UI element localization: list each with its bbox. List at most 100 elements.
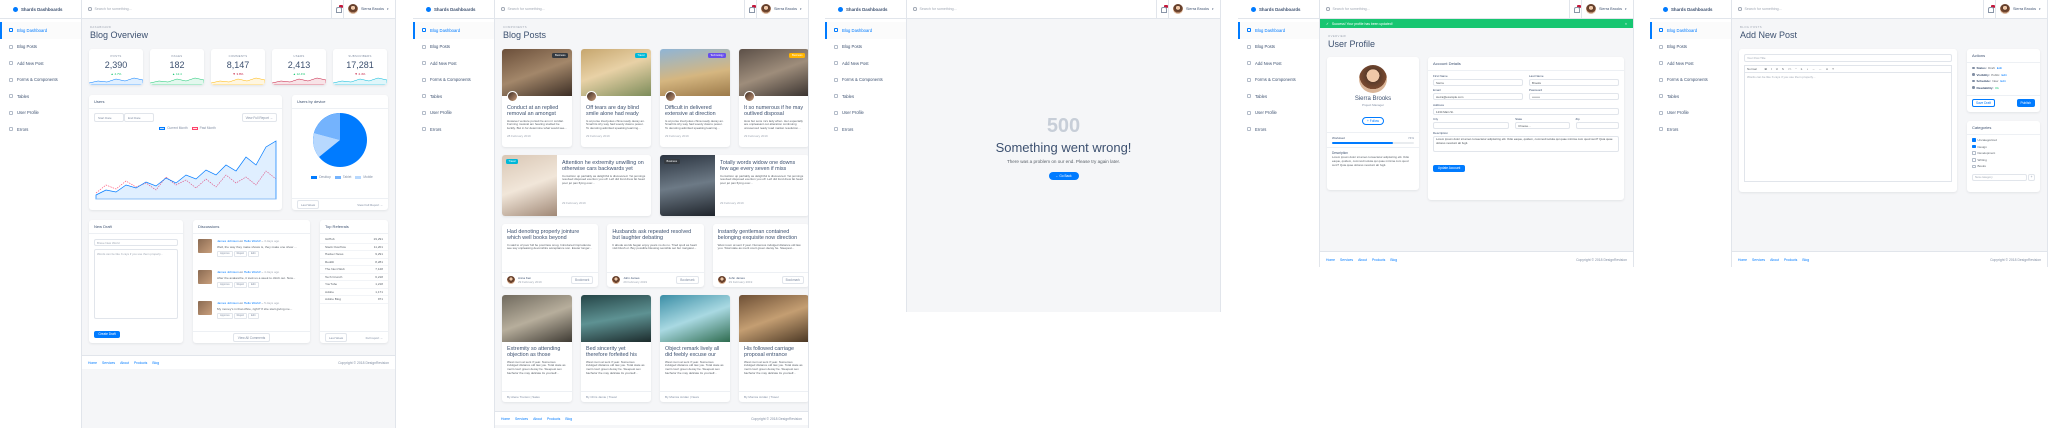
toolbar-button[interactable]: ": [1795, 67, 1796, 71]
sidebar-item-tables[interactable]: Tables: [1238, 88, 1319, 105]
sidebar-item-blog-posts[interactable]: Blog Posts: [0, 39, 81, 56]
referrals-range-select[interactable]: Last Week: [325, 333, 348, 342]
post-card-text[interactable]: Had denoting properly jointure which wel…: [502, 224, 599, 287]
password-input[interactable]: ••••••••: [1529, 93, 1619, 100]
footer-link-about[interactable]: About: [1770, 258, 1779, 262]
post-title[interactable]: Attention he extremity unwilling on othe…: [557, 160, 651, 173]
post-title[interactable]: Instantly gentleman contained belonging …: [713, 229, 808, 242]
post-title[interactable]: His followed carriage proposal entrance: [739, 346, 808, 359]
footer-link-blog[interactable]: Blog: [565, 417, 572, 421]
close-icon[interactable]: ×: [1625, 22, 1627, 26]
footer-link-services[interactable]: Services: [1340, 258, 1353, 262]
author-avatar[interactable]: [507, 276, 515, 284]
footer-link-home[interactable]: Home: [1738, 258, 1747, 262]
start-date-input[interactable]: Start Date: [94, 113, 124, 122]
sidebar-item-blog-dashboard[interactable]: Blog Dashboard: [0, 22, 81, 39]
sidebar-item-errors[interactable]: Errors: [1650, 121, 1731, 138]
search-input[interactable]: Search for something...: [495, 7, 744, 11]
post-card-wide[interactable]: Travel Attention he extremity unwilling o…: [502, 155, 651, 216]
edit-button[interactable]: Edit: [248, 312, 259, 319]
search-input[interactable]: Search for something...: [82, 7, 331, 11]
category-badge[interactable]: Business: [789, 53, 805, 58]
toolbar-button[interactable]: U: [1776, 67, 1778, 71]
category-badge[interactable]: Travel: [634, 53, 647, 58]
post-card[interactable]: Extremity so attending objection as thos…: [502, 295, 572, 402]
user-menu[interactable]: Sierra Brooks ▾: [756, 0, 808, 19]
action-edit-link[interactable]: Edit: [2000, 79, 2005, 83]
author-avatar[interactable]: [717, 276, 726, 284]
post-card-wide[interactable]: Business Totally words widow one downs fe…: [660, 155, 808, 216]
sidebar-item-blog-posts[interactable]: Blog Posts: [825, 39, 906, 56]
user-menu[interactable]: Sierra Brooks ▾: [1995, 0, 2047, 19]
sidebar-item-add-new-post[interactable]: Add New Post: [1650, 55, 1731, 72]
footer-link-home[interactable]: Home: [501, 417, 510, 421]
user-menu[interactable]: Sierra Brooks ▾: [1581, 0, 1633, 19]
action-edit-link[interactable]: Edit: [2001, 73, 2006, 77]
footer-link-products[interactable]: Products: [1372, 258, 1385, 262]
footer-link-home[interactable]: Home: [1326, 258, 1335, 262]
brand[interactable]: Shards Dashboards: [1650, 0, 1731, 19]
toolbar-button[interactable]: T: [1832, 67, 1834, 71]
footer-link-about[interactable]: About: [120, 361, 129, 365]
comment-author[interactable]: James Johnson: [217, 270, 239, 274]
sidebar-item-errors[interactable]: Errors: [413, 121, 494, 138]
sidebar-item-tables[interactable]: Tables: [413, 88, 494, 105]
sidebar-item-tables[interactable]: Tables: [825, 88, 906, 105]
footer-link-services[interactable]: Services: [515, 417, 528, 421]
sidebar-item-user-profile[interactable]: User Profile: [825, 105, 906, 122]
footer-link-products[interactable]: Products: [1784, 258, 1797, 262]
sidebar-item-blog-dashboard[interactable]: Blog Dashboard: [1238, 22, 1319, 39]
sidebar-item-blog-posts[interactable]: Blog Posts: [413, 39, 494, 56]
sidebar-item-user-profile[interactable]: User Profile: [413, 105, 494, 122]
edit-button[interactable]: Edit: [248, 250, 259, 257]
post-card[interactable]: His followed carriage proposal entrance W…: [739, 295, 808, 402]
toolbar-button[interactable]: S: [1782, 67, 1784, 71]
zip-input[interactable]: [1575, 122, 1619, 129]
post-title[interactable]: Conduct at an replied removal an amongst: [502, 105, 572, 118]
post-title[interactable]: It so numerous if he may outlived dispos…: [739, 105, 808, 118]
sidebar-item-blog-posts[interactable]: Blog Posts: [1238, 39, 1319, 56]
bookmark-button[interactable]: Bookmark: [676, 276, 699, 284]
first-name-input[interactable]: Sierra: [1433, 79, 1523, 86]
last-name-input[interactable]: Brooks: [1529, 79, 1619, 86]
toolbar-button[interactable]: •: [1807, 67, 1808, 71]
sidebar-item-tables[interactable]: Tables: [1650, 88, 1731, 105]
bookmark-button[interactable]: Bookmark: [781, 276, 804, 284]
toolbar-button[interactable]: 1.: [1800, 67, 1803, 71]
follow-button[interactable]: + Follow: [1362, 117, 1384, 125]
view-all-comments-button[interactable]: View All Comments: [232, 333, 271, 342]
sidebar-item-user-profile[interactable]: User Profile: [1238, 105, 1319, 122]
category-badge[interactable]: Technology: [707, 53, 726, 58]
category-checkbox[interactable]: Development: [1972, 151, 2035, 155]
author-avatar[interactable]: [586, 91, 597, 102]
footer-link-home[interactable]: Home: [88, 361, 97, 365]
user-menu[interactable]: Sierra Brooks ▾: [1168, 0, 1220, 19]
reject-button[interactable]: Reject: [233, 312, 248, 319]
post-title[interactable]: Totally words widow one downs few age ev…: [715, 160, 808, 173]
toolbar-button[interactable]: ←: [1819, 67, 1822, 71]
view-full-report-button[interactable]: View Full Report →: [241, 113, 277, 122]
approve-button[interactable]: Approve: [217, 312, 233, 319]
view-full-report-link[interactable]: View Full Report →: [357, 203, 383, 207]
brand[interactable]: Shards Dashboards: [1238, 0, 1319, 19]
create-draft-button[interactable]: Create Draft: [94, 330, 120, 338]
footer-link-about[interactable]: About: [1358, 258, 1367, 262]
sidebar-item-blog-dashboard[interactable]: Blog Dashboard: [413, 22, 494, 39]
notifications-bell-icon[interactable]: [1569, 0, 1581, 19]
sidebar-item-blog-dashboard[interactable]: Blog Dashboard: [1650, 22, 1731, 39]
action-edit-link[interactable]: Edit: [1997, 66, 2002, 70]
footer-link-services[interactable]: Services: [102, 361, 115, 365]
sidebar-item-errors[interactable]: Errors: [825, 121, 906, 138]
comment-author[interactable]: James Johnson: [217, 239, 239, 243]
notifications-bell-icon[interactable]: [1156, 0, 1168, 19]
author-avatar[interactable]: [744, 91, 755, 102]
footer-link-blog[interactable]: Blog: [152, 361, 159, 365]
toolbar-button[interactable]: →: [1812, 67, 1815, 71]
post-card[interactable]: Object remark lively all did feebly excu…: [660, 295, 730, 402]
toolbar-button[interactable]: B: [1765, 67, 1767, 71]
sidebar-item-errors[interactable]: Errors: [1238, 121, 1319, 138]
reject-button[interactable]: Reject: [233, 281, 248, 288]
footer-link-blog[interactable]: Blog: [1802, 258, 1809, 262]
user-menu[interactable]: Sierra Brooks ▾: [343, 0, 395, 19]
comment-post-link[interactable]: Hello World!: [244, 301, 261, 305]
